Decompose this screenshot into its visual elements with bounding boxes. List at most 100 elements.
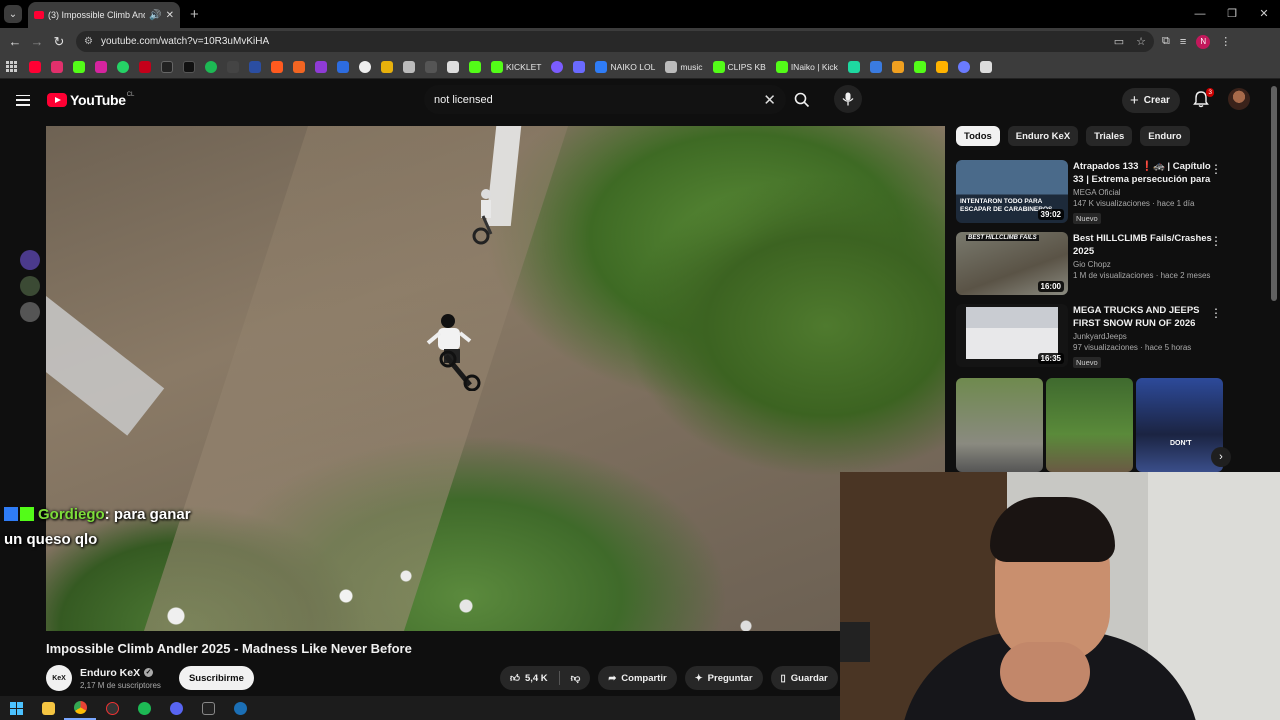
- chip-enduro[interactable]: Enduro: [1140, 126, 1190, 146]
- x-bookmark-icon[interactable]: [161, 60, 173, 73]
- bookmark-icon[interactable]: [337, 60, 349, 73]
- file-explorer-button[interactable]: [32, 696, 64, 720]
- start-button[interactable]: [0, 696, 32, 720]
- search-button[interactable]: [786, 85, 818, 114]
- back-icon[interactable]: ←: [4, 34, 26, 49]
- chip-todos[interactable]: Todos: [956, 126, 1000, 146]
- bookmark-icon[interactable]: [447, 60, 459, 73]
- dislike-button[interactable]: 👎︎: [571, 672, 581, 684]
- close-window-button[interactable]: ✕: [1248, 0, 1280, 28]
- bookmark-kicklet[interactable]: KICKLET: [485, 60, 541, 73]
- tiktok-bookmark-icon[interactable]: [183, 60, 195, 73]
- more-options-icon[interactable]: ⋮: [1210, 234, 1222, 248]
- bookmark-star-icon[interactable]: ☆: [1136, 35, 1146, 48]
- short-thumbnail[interactable]: [1046, 378, 1133, 472]
- chip-triales[interactable]: Triales: [1086, 126, 1133, 146]
- bookmark-icon[interactable]: [573, 60, 586, 73]
- video-title[interactable]: MEGA TRUCKS AND JEEPS FIRST SNOW RUN OF …: [1073, 304, 1213, 330]
- notifications-button[interactable]: 3: [1192, 88, 1214, 110]
- bookmark-icon[interactable]: [315, 60, 327, 73]
- browser-tab-active[interactable]: (3) Impossible Climb Andler 2025 - Madne…: [28, 2, 180, 28]
- short-thumbnail[interactable]: DON'T: [1136, 378, 1223, 472]
- channel-name[interactable]: Gio Chopz: [1073, 260, 1213, 269]
- video-title[interactable]: Best HILLCLIMB Fails/Crashes 2025: [1073, 232, 1213, 258]
- steam-button[interactable]: [224, 696, 256, 720]
- whatsapp-bookmark-icon[interactable]: [117, 60, 129, 73]
- spotify-button[interactable]: [128, 696, 160, 720]
- bookmark-icon[interactable]: [979, 60, 992, 73]
- page-scrollbar[interactable]: [1271, 86, 1277, 301]
- recommended-video[interactable]: BEST HILLCLIMB FAILS 16:00 Best HILLCLIM…: [956, 232, 1226, 295]
- chip-enduro-kex[interactable]: Enduro KeX: [1007, 126, 1079, 146]
- ask-button[interactable]: ✦ Preguntar: [684, 666, 763, 690]
- taskbar-app-button[interactable]: [96, 696, 128, 720]
- maximize-button[interactable]: ❐: [1216, 0, 1248, 28]
- youtube-logo[interactable]: YouTube CL: [47, 92, 134, 108]
- channel-name-row[interactable]: Enduro KeX ✓: [80, 667, 161, 679]
- video-thumbnail[interactable]: INTENTARON TODO PARA ESCAPAR DE CARABINE…: [956, 160, 1068, 223]
- close-tab-icon[interactable]: ✕: [166, 10, 174, 21]
- speaker-icon[interactable]: 🔊: [149, 10, 161, 21]
- kick-bookmark-icon[interactable]: [73, 60, 85, 73]
- bookmark-icon[interactable]: [551, 60, 564, 73]
- like-button[interactable]: 👍︎ 5,4 K: [510, 672, 548, 685]
- site-info-icon[interactable]: ⚙: [84, 36, 93, 47]
- bookmark-icon[interactable]: [891, 60, 904, 73]
- share-button[interactable]: ➦ Compartir: [598, 666, 677, 690]
- bookmark-icon[interactable]: [271, 60, 283, 73]
- create-button[interactable]: + Crear: [1122, 88, 1180, 113]
- bookmark-icon[interactable]: [51, 60, 63, 73]
- discord-button[interactable]: [160, 696, 192, 720]
- shorts-next-button[interactable]: ›: [1211, 447, 1231, 467]
- bookmark-icon[interactable]: [359, 60, 371, 73]
- channel-name[interactable]: MEGA Oficial: [1073, 188, 1213, 197]
- voice-search-button[interactable]: [834, 85, 862, 113]
- forward-icon[interactable]: →: [26, 34, 48, 49]
- bookmark-icon[interactable]: [869, 60, 882, 73]
- bookmark-icon[interactable]: [249, 60, 261, 73]
- tab-search-button[interactable]: ⌄: [4, 5, 22, 23]
- bookmark-icon[interactable]: [293, 60, 305, 73]
- more-options-icon[interactable]: ⋮: [1210, 162, 1222, 176]
- profile-avatar[interactable]: N: [1196, 34, 1211, 49]
- short-thumbnail[interactable]: [956, 378, 1043, 472]
- subscribe-button[interactable]: Suscribirme: [178, 666, 254, 690]
- bookmark-music[interactable]: music: [659, 60, 703, 73]
- extensions-icon[interactable]: ⧉: [1162, 35, 1170, 48]
- video-thumbnail[interactable]: BEST HILLCLIMB FAILS 16:00: [956, 232, 1068, 295]
- channel-name[interactable]: JunkyardJeeps: [1073, 332, 1213, 341]
- video-player[interactable]: [46, 126, 945, 631]
- spotify-bookmark-icon[interactable]: [205, 60, 217, 73]
- save-button[interactable]: ▯ Guardar: [770, 666, 838, 690]
- channel-name[interactable]: Enduro KeX: [80, 667, 140, 679]
- bookmark-icon[interactable]: [957, 60, 970, 73]
- bookmark-icon[interactable]: [139, 60, 151, 73]
- clear-search-icon[interactable]: ✕: [763, 91, 776, 109]
- apps-grid-icon[interactable]: [6, 61, 17, 72]
- browser-menu-icon[interactable]: ⋮: [1220, 35, 1231, 48]
- search-input[interactable]: not licensed ✕: [424, 85, 786, 114]
- menu-icon[interactable]: [16, 94, 30, 106]
- bookmark-icon[interactable]: [469, 60, 481, 73]
- reload-icon[interactable]: ↻: [48, 34, 70, 50]
- more-options-icon[interactable]: ⋮: [1210, 306, 1222, 320]
- cast-icon[interactable]: ▭: [1114, 35, 1124, 48]
- channel-avatar[interactable]: KeX: [46, 665, 72, 691]
- minimize-button[interactable]: —: [1184, 0, 1216, 28]
- taskbar-app-button[interactable]: [192, 696, 224, 720]
- new-tab-button[interactable]: +: [190, 6, 199, 23]
- bookmark-icon[interactable]: [935, 60, 948, 73]
- bookmark-icon[interactable]: [847, 60, 860, 73]
- recommended-video[interactable]: 16:35 MEGA TRUCKS AND JEEPS FIRST SNOW R…: [956, 304, 1226, 368]
- video-thumbnail[interactable]: 16:35: [956, 304, 1068, 367]
- bookmark-clips-kb[interactable]: CLIPS KB: [707, 60, 766, 73]
- bookmark-icon[interactable]: [403, 60, 415, 73]
- bookmark-naiko-lol[interactable]: NAIKO LOL: [589, 60, 655, 73]
- youtube-bookmark-icon[interactable]: [29, 60, 41, 73]
- media-control-icon[interactable]: ≡: [1180, 36, 1186, 48]
- bookmark-icon[interactable]: [227, 60, 239, 73]
- recommended-video[interactable]: INTENTARON TODO PARA ESCAPAR DE CARABINE…: [956, 160, 1226, 224]
- bookmark-icon[interactable]: [913, 60, 926, 73]
- bookmark-icon[interactable]: [381, 60, 393, 73]
- address-bar[interactable]: ⚙ youtube.com/watch?v=10R3uMvKiHA ▭ ☆: [76, 31, 1154, 52]
